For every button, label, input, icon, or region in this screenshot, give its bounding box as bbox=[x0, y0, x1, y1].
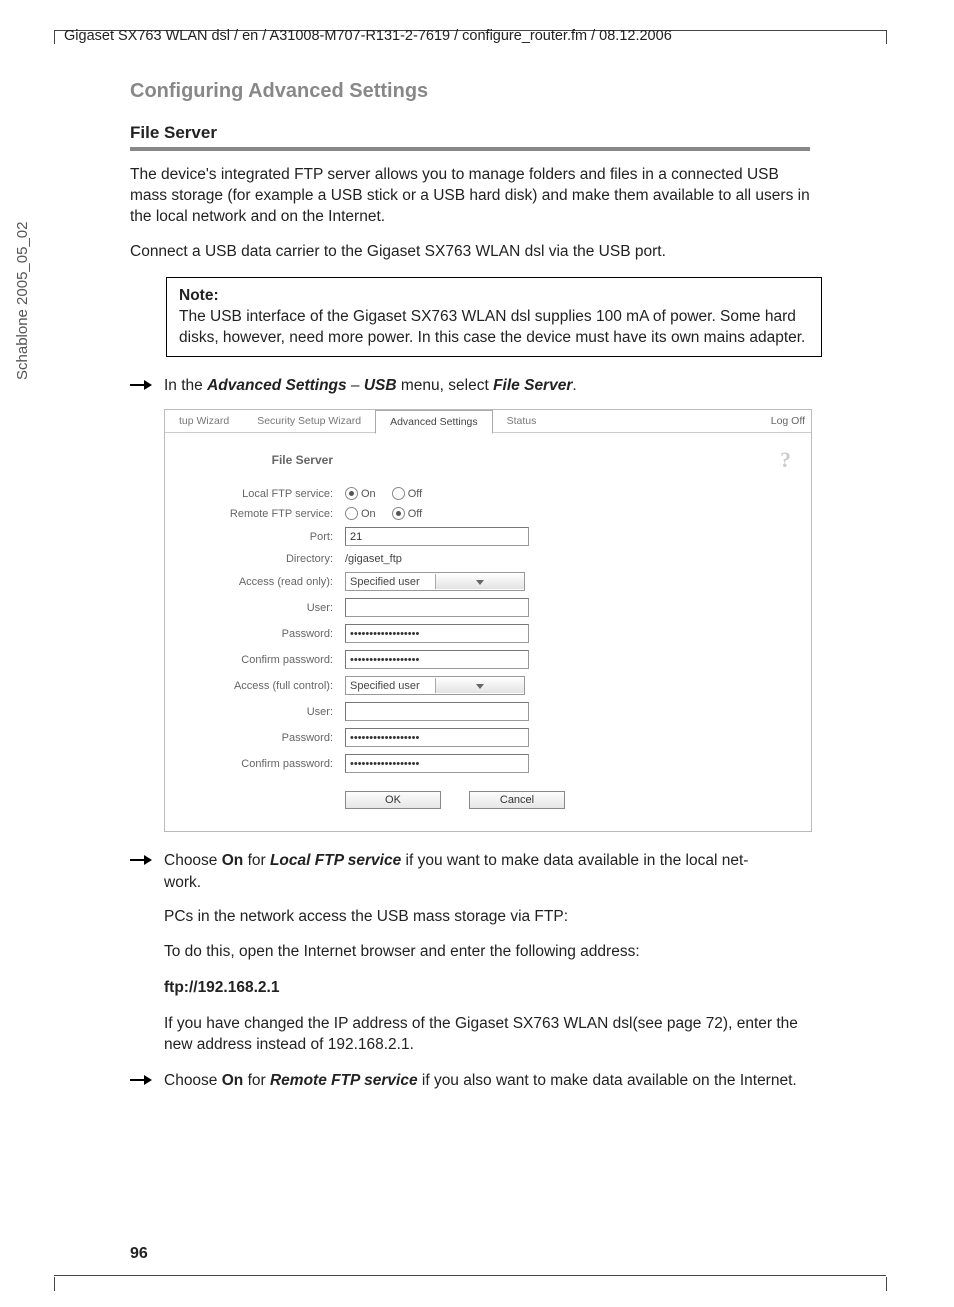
label-user: User: bbox=[185, 706, 345, 718]
note-box: Note: The USB interface of the Gigaset S… bbox=[166, 277, 822, 358]
label-access-full: Access (full control): bbox=[185, 680, 345, 692]
side-template-label: Schablone 2005_05_02 bbox=[14, 222, 31, 380]
arrow-icon bbox=[130, 852, 152, 874]
logoff-link[interactable]: Log Off bbox=[771, 415, 805, 427]
tab-setup-wizard[interactable]: tup Wizard bbox=[165, 410, 243, 432]
radio-local-ftp-on[interactable]: On bbox=[345, 487, 376, 500]
access-readonly-select[interactable]: Specified user bbox=[345, 572, 525, 591]
access-full-select[interactable]: Specified user bbox=[345, 676, 525, 695]
divider bbox=[130, 147, 810, 151]
router-ui-panel: tup Wizard Security Setup Wizard Advance… bbox=[164, 409, 812, 832]
page-content: Configuring Advanced Settings File Serve… bbox=[130, 80, 810, 1104]
ok-button[interactable]: OK bbox=[345, 791, 441, 809]
directory-value: /gigaset_ftp bbox=[345, 553, 402, 565]
note-text: The USB interface of the Gigaset SX763 W… bbox=[179, 308, 805, 346]
full-password-field[interactable] bbox=[345, 728, 529, 747]
label-user: User: bbox=[185, 602, 345, 614]
full-user-field[interactable] bbox=[345, 702, 529, 721]
readonly-password-field[interactable] bbox=[345, 624, 529, 643]
tab-security-setup[interactable]: Security Setup Wizard bbox=[243, 410, 375, 432]
paragraph: PCs in the network access the USB mass s… bbox=[130, 906, 810, 928]
step-item: In the Advanced Settings – USB menu, sel… bbox=[130, 375, 810, 397]
help-icon[interactable]: ? bbox=[780, 447, 791, 473]
step-item: Choose On for Local FTP service if you w… bbox=[130, 850, 810, 893]
label-local-ftp: Local FTP service: bbox=[185, 488, 345, 500]
note-label: Note: bbox=[179, 287, 219, 304]
label-access-readonly: Access (read only): bbox=[185, 576, 345, 588]
radio-remote-ftp-off[interactable]: Off bbox=[392, 507, 422, 520]
paragraph: To do this, open the Internet browser an… bbox=[130, 941, 810, 963]
section-title: Configuring Advanced Settings bbox=[130, 80, 810, 103]
tab-status[interactable]: Status bbox=[493, 410, 551, 432]
label-confirm-password: Confirm password: bbox=[185, 758, 345, 770]
subsection-title: File Server bbox=[130, 123, 810, 143]
radio-remote-ftp-on[interactable]: On bbox=[345, 507, 376, 520]
step-item: Choose On for Remote FTP service if you … bbox=[130, 1070, 810, 1092]
ftp-url: ftp://192.168.2.1 bbox=[130, 977, 810, 999]
tab-bar: tup Wizard Security Setup Wizard Advance… bbox=[165, 410, 811, 433]
panel-title: File Server bbox=[185, 453, 333, 467]
port-field[interactable] bbox=[345, 527, 529, 546]
page-number: 96 bbox=[130, 1245, 148, 1263]
tab-advanced-settings[interactable]: Advanced Settings bbox=[375, 410, 493, 434]
radio-local-ftp-off[interactable]: Off bbox=[392, 487, 422, 500]
label-password: Password: bbox=[185, 732, 345, 744]
chevron-down-icon bbox=[435, 678, 525, 693]
label-directory: Directory: bbox=[185, 553, 345, 565]
readonly-confirm-password-field[interactable] bbox=[345, 650, 529, 669]
label-remote-ftp: Remote FTP service: bbox=[185, 508, 345, 520]
arrow-icon bbox=[130, 1072, 152, 1094]
paragraph: Connect a USB data carrier to the Gigase… bbox=[130, 242, 810, 263]
full-confirm-password-field[interactable] bbox=[345, 754, 529, 773]
arrow-icon bbox=[130, 377, 152, 399]
readonly-user-field[interactable] bbox=[345, 598, 529, 617]
paragraph: If you have changed the IP address of th… bbox=[130, 1013, 810, 1056]
label-port: Port: bbox=[185, 531, 345, 543]
paragraph: The device's integrated FTP server allow… bbox=[130, 165, 810, 228]
label-confirm-password: Confirm password: bbox=[185, 654, 345, 666]
chevron-down-icon bbox=[435, 574, 525, 589]
header-path: Gigaset SX763 WLAN dsl / en / A31008-M70… bbox=[64, 28, 672, 44]
cancel-button[interactable]: Cancel bbox=[469, 791, 565, 809]
label-password: Password: bbox=[185, 628, 345, 640]
